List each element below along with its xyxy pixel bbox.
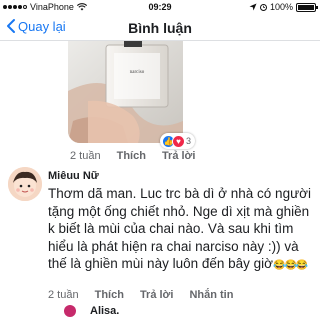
reaction-summary[interactable]: 👍 ♥ 3 bbox=[160, 133, 196, 149]
comment-actions: 2 tuần Thích Trả lời bbox=[70, 150, 195, 162]
like-button[interactable]: Thích bbox=[95, 289, 124, 301]
like-button[interactable]: Thích bbox=[117, 150, 146, 162]
page-title: Bình luận bbox=[128, 20, 192, 36]
perfume-photo-image: narciso bbox=[68, 41, 183, 143]
reaction-count: 3 bbox=[186, 136, 192, 146]
status-bar: VinaPhone 09:29 100% bbox=[0, 0, 320, 15]
battery-icon bbox=[296, 2, 318, 12]
comment-actions: 2 tuần Thích Trả lời Nhắn tin bbox=[48, 289, 233, 301]
battery-percent: 100% bbox=[269, 2, 293, 12]
avatar[interactable] bbox=[8, 167, 42, 201]
comment-time: 2 tuần bbox=[48, 289, 79, 301]
svg-text:narciso: narciso bbox=[130, 70, 145, 75]
comment-body: Thơm dã man. Luc trc bà dì ở nhà có ngườ… bbox=[48, 186, 311, 272]
user-avatar-image bbox=[8, 167, 42, 201]
battery-fill bbox=[298, 4, 314, 10]
reply-button[interactable]: Trả lời bbox=[162, 150, 196, 162]
nav-bar: Quay lại Bình luận bbox=[0, 15, 320, 41]
reply-button[interactable]: Trả lời bbox=[140, 289, 174, 301]
alarm-icon bbox=[259, 4, 267, 11]
avatar[interactable] bbox=[64, 305, 76, 317]
comment-author[interactable]: Miêuu Nữ bbox=[48, 170, 99, 182]
comment-text: Thơm dã man. Luc trc bà dì ở nhà có ngườ… bbox=[48, 185, 316, 275]
message-button[interactable]: Nhắn tin bbox=[189, 289, 233, 301]
status-bar-right: 100% bbox=[249, 2, 318, 12]
location-icon bbox=[249, 3, 257, 11]
love-reaction-icon: ♥ bbox=[172, 134, 185, 148]
comment-time: 2 tuần bbox=[70, 150, 101, 162]
comment-author[interactable]: Alisa. bbox=[90, 305, 119, 317]
comment-photo[interactable]: narciso bbox=[68, 41, 183, 143]
laughing-emoji: 😂😂😂 bbox=[273, 260, 308, 272]
